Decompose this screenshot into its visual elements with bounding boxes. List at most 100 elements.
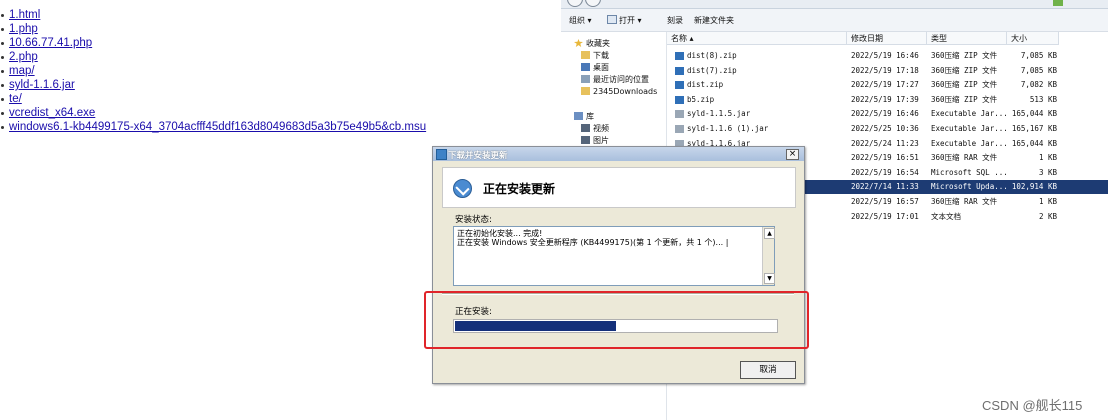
file-row[interactable]: dist.zip 2022/5/19 17:27 360压缩 ZIP 文件 7,082… — [667, 78, 1108, 92]
column-header-name[interactable]: 名称 ▴ — [667, 32, 847, 45]
file-date: 2022/5/24 11:23 — [851, 138, 919, 148]
column-header-date[interactable]: 修改日期 — [847, 32, 927, 45]
folder-icon — [581, 87, 590, 95]
link-item[interactable]: te/ — [0, 92, 426, 106]
file-type: 360压缩 RAR 文件 — [931, 197, 998, 206]
file-type: Microsoft SQL ... — [931, 167, 1008, 177]
open-menu[interactable]: 打开 ▾ — [607, 15, 642, 26]
file-link[interactable]: 10.66.77.41.php — [9, 37, 92, 49]
link-item[interactable]: 1.html — [0, 8, 426, 22]
file-type: 360压缩 ZIP 文件 — [931, 65, 998, 75]
file-name: dist.zip — [687, 80, 724, 90]
status-line: 正在安装 Windows 安全更新程序 (KB4499175)(第 1 个更新，… — [457, 238, 729, 247]
file-date: 2022/5/19 16:46 — [851, 109, 919, 119]
windows-update-icon — [436, 149, 447, 160]
refresh-icon[interactable] — [1053, 0, 1063, 6]
link-item[interactable]: windows6.1-kb4499175-x64_3704acfff45ddf1… — [0, 120, 426, 134]
close-button[interactable]: × — [786, 149, 799, 160]
file-name: syld-1.1.6 (1).jar — [687, 124, 769, 133]
zip-icon — [675, 66, 684, 75]
link-item[interactable]: vcredist_x64.exe — [0, 106, 426, 120]
video-icon — [581, 124, 590, 132]
nav-pictures[interactable]: 图片 — [581, 135, 609, 146]
file-size: 513 KB — [1029, 94, 1057, 104]
file-row[interactable]: syld-1.1.5.jar 2022/5/19 16:46 Executable … — [667, 107, 1108, 121]
nav-label: 图片 — [593, 136, 609, 145]
file-size: 165,044 KB — [1011, 109, 1057, 119]
file-link[interactable]: windows6.1-kb4499175-x64_3704acfff45ddf1… — [9, 121, 426, 133]
desktop-icon — [581, 63, 590, 71]
file-link[interactable]: vcredist_x64.exe — [9, 107, 95, 119]
file-row[interactable]: b5.zip 2022/5/19 17:39 360压缩 ZIP 文件 513 KB — [667, 93, 1108, 107]
zip-icon — [675, 95, 684, 104]
nav-desktop[interactable]: 桌面 — [581, 62, 609, 73]
cancel-button[interactable]: 取消 — [740, 361, 796, 379]
jar-icon — [675, 110, 684, 119]
link-item[interactable]: syld-1.1.6.jar — [0, 78, 426, 92]
file-date: 2022/5/19 16:51 — [851, 153, 919, 163]
open-menu-label: 打开 ▾ — [619, 16, 642, 25]
burn-button[interactable]: 刻录 — [667, 15, 683, 26]
file-size: 7,085 KB — [1020, 51, 1057, 60]
file-size: 165,167 KB — [1011, 124, 1057, 133]
file-row[interactable]: dist(7).zip 2022/5/19 17:18 360压缩 ZIP 文件 7,… — [667, 64, 1108, 78]
link-item[interactable]: 1.php — [0, 22, 426, 36]
column-header-size[interactable]: 大小 — [1007, 32, 1059, 45]
file-name: b5.zip — [687, 94, 715, 104]
file-type: Executable Jar... — [931, 124, 1008, 133]
nav-downloads[interactable]: 下载 — [581, 50, 609, 61]
nav-recent-places[interactable]: 最近访问的位置 — [581, 74, 649, 85]
file-row[interactable]: syld-1.1.6 (1).jar 2022/5/25 10:36 Executa… — [667, 122, 1108, 136]
file-size: 165,044 KB — [1011, 138, 1057, 148]
watermark: CSDN @舰长115 — [982, 398, 1083, 413]
picture-icon — [581, 136, 590, 144]
file-type: 文本文档 — [931, 211, 961, 221]
file-row[interactable]: dist(8).zip 2022/5/19 16:46 360压缩 ZIP 文件 7,… — [667, 49, 1108, 63]
nav-libraries[interactable]: 库 — [574, 111, 594, 122]
highlight-annotation — [424, 291, 809, 349]
dialog-title: 下载并安装更新 — [448, 151, 508, 161]
star-icon — [574, 39, 583, 47]
file-size: 2 KB — [1038, 211, 1057, 221]
file-link-list: 1.html 1.php 10.66.77.41.php 2.php map/ … — [0, 8, 426, 134]
nav-label: 视频 — [593, 124, 609, 133]
file-link[interactable]: map/ — [9, 65, 35, 77]
file-date: 2022/5/19 17:01 — [851, 211, 919, 221]
zip-icon — [675, 52, 684, 60]
file-size: 7,085 KB — [1020, 65, 1057, 75]
file-size: 3 KB — [1038, 167, 1057, 177]
new-folder-button[interactable]: 新建文件夹 — [694, 15, 734, 26]
zip-icon — [675, 81, 684, 90]
file-date: 2022/5/19 16:54 — [851, 167, 919, 177]
scroll-down-icon[interactable]: ▼ — [764, 273, 775, 284]
nav-videos[interactable]: 视频 — [581, 123, 609, 134]
update-shield-icon — [453, 179, 472, 198]
status-scrollbar[interactable]: ▲ ▼ — [762, 227, 775, 285]
file-type: Executable Jar... — [931, 138, 1008, 148]
nav-label: 桌面 — [593, 63, 609, 72]
file-size: 1 KB — [1038, 197, 1057, 206]
nav-2345downloads[interactable]: 2345Downloads — [581, 87, 657, 96]
back-button[interactable] — [567, 0, 583, 7]
open-icon — [607, 15, 617, 24]
file-link[interactable]: te/ — [9, 93, 22, 105]
file-date: 2022/7/14 11:33 — [851, 182, 919, 192]
link-item[interactable]: 10.66.77.41.php — [0, 36, 426, 50]
file-link[interactable]: 1.php — [9, 23, 38, 35]
forward-button[interactable] — [585, 0, 601, 7]
nav-label: 库 — [586, 112, 594, 121]
column-header-type[interactable]: 类型 — [927, 32, 1007, 45]
file-type: 360压缩 ZIP 文件 — [931, 80, 998, 90]
file-link[interactable]: syld-1.1.6.jar — [9, 79, 75, 91]
scroll-up-icon[interactable]: ▲ — [764, 228, 775, 239]
file-date: 2022/5/19 17:27 — [851, 80, 919, 90]
nav-favorites[interactable]: 收藏夹 — [574, 38, 610, 49]
file-link[interactable]: 1.html — [9, 9, 40, 21]
organize-menu[interactable]: 组织 ▾ — [569, 15, 592, 26]
dialog-heading: 正在安装更新 — [483, 182, 556, 196]
status-log[interactable]: 正在初始化安装... 完成! 正在安装 Windows 安全更新程序 (KB44… — [453, 226, 775, 286]
file-link[interactable]: 2.php — [9, 51, 38, 63]
nav-label: 2345Downloads — [593, 87, 658, 96]
link-item[interactable]: map/ — [0, 64, 426, 78]
link-item[interactable]: 2.php — [0, 50, 426, 64]
